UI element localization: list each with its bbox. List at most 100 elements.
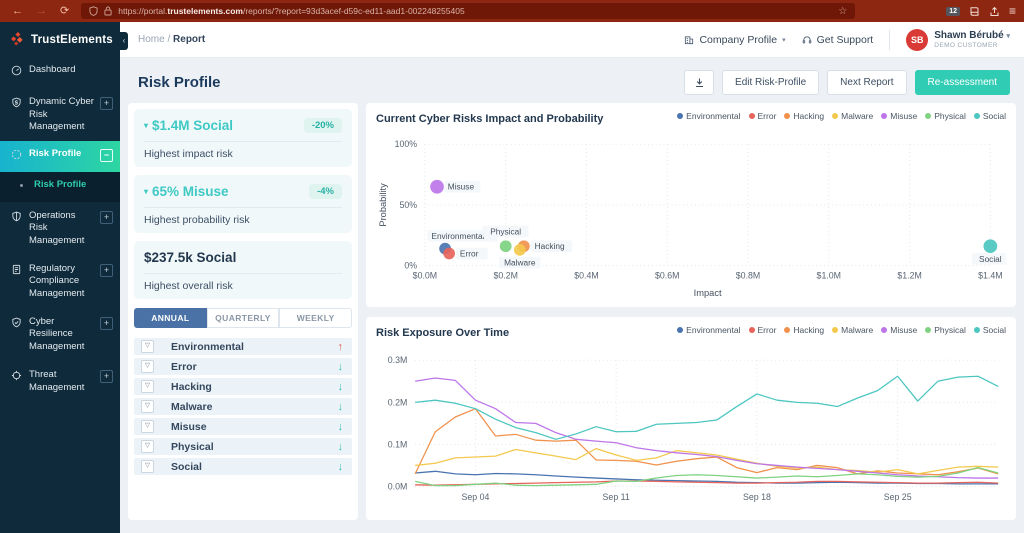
risk-row-environmental[interactable]: ▽ Environmental ↑ bbox=[134, 338, 352, 355]
svg-text:$0.6M: $0.6M bbox=[655, 270, 679, 280]
legend-hacking[interactable]: Hacking bbox=[784, 325, 824, 335]
risk-row-error[interactable]: ▽ Error ↓ bbox=[134, 358, 352, 375]
legend-environmental[interactable]: Environmental bbox=[677, 111, 741, 121]
url-bar[interactable]: https://portal.trustelements.com/reports… bbox=[81, 3, 856, 19]
browser-reload-icon[interactable]: ⟳ bbox=[60, 0, 69, 22]
get-support-link[interactable]: Get Support bbox=[802, 34, 873, 46]
legend-physical[interactable]: Physical bbox=[925, 111, 966, 121]
risk-row-misuse[interactable]: ▽ Misuse ↓ bbox=[134, 418, 352, 435]
sidebar-item-label: Threat Management bbox=[29, 369, 85, 393]
trustelements-logo-icon bbox=[11, 32, 23, 46]
risk-row-physical[interactable]: ▽ Physical ↓ bbox=[134, 438, 352, 455]
legend-label: Social bbox=[982, 111, 1006, 121]
filter-icon[interactable]: ▽ bbox=[141, 420, 154, 433]
legend-malware[interactable]: Malware bbox=[832, 111, 873, 121]
sidebar-item-risk-profile-sub[interactable]: Risk Profile bbox=[0, 171, 120, 203]
legend-social[interactable]: Social bbox=[973, 325, 1006, 335]
series-hacking[interactable] bbox=[414, 407, 999, 475]
company-profile-menu[interactable]: Company Profile ▾ bbox=[684, 34, 786, 46]
bookmark-star-icon[interactable]: ☆ bbox=[838, 6, 847, 17]
scatter-chart-card: Current Cyber Risks Impact and Probabili… bbox=[366, 103, 1016, 307]
tab-weekly[interactable]: WEEKLY bbox=[279, 308, 353, 328]
legend-label: Misuse bbox=[890, 111, 918, 121]
legend-error[interactable]: Error bbox=[748, 111, 776, 121]
legend-physical[interactable]: Physical bbox=[925, 325, 966, 335]
doc-icon bbox=[11, 264, 23, 279]
risk-row-malware[interactable]: ▽ Malware ↓ bbox=[134, 398, 352, 415]
divider bbox=[889, 29, 891, 50]
filter-icon[interactable]: ▽ bbox=[141, 340, 154, 353]
sidebar-item-cyber-resilience-management[interactable]: Cyber Resilience Management + bbox=[0, 308, 120, 361]
sidebar-item-dashboard[interactable]: Dashboard bbox=[0, 56, 120, 88]
divider bbox=[144, 141, 342, 142]
legend-misuse[interactable]: Misuse bbox=[881, 111, 917, 121]
expand-toggle[interactable]: + bbox=[100, 370, 113, 384]
legend-misuse[interactable]: Misuse bbox=[881, 325, 917, 335]
legend-malware[interactable]: Malware bbox=[832, 325, 873, 335]
stat-top: ▾ $1.4M Social -20% bbox=[144, 118, 342, 133]
reader-icon[interactable] bbox=[969, 6, 980, 17]
trend-up-icon: ↑ bbox=[337, 340, 344, 353]
screen: ← → ⟳ https://portal.trustelements.com/r… bbox=[0, 0, 1024, 533]
tab-annual[interactable]: ANNUAL bbox=[134, 308, 207, 328]
legend-dot bbox=[973, 326, 980, 333]
svg-text:$1.0M: $1.0M bbox=[817, 270, 841, 280]
legend-dot bbox=[832, 113, 839, 119]
download-button[interactable] bbox=[684, 70, 715, 95]
tab-quarterly[interactable]: QUARTERLY bbox=[206, 308, 280, 328]
expand-toggle[interactable]: + bbox=[100, 264, 113, 278]
risk-name: Hacking bbox=[171, 380, 212, 393]
point-misuse[interactable] bbox=[430, 179, 444, 194]
brand[interactable]: TrustElements bbox=[0, 22, 120, 56]
risk-row-social[interactable]: ▽ Social ↓ bbox=[134, 458, 352, 475]
sidebar-item-label: Risk Profile bbox=[34, 178, 87, 190]
breadcrumb-home[interactable]: Home bbox=[138, 34, 165, 45]
risk-row-hacking[interactable]: ▽ Hacking ↓ bbox=[134, 378, 352, 395]
sidebar-collapse-toggle[interactable]: ‹ bbox=[120, 32, 128, 50]
browser-back-icon[interactable]: ← bbox=[12, 0, 23, 22]
svg-text:$1.4M: $1.4M bbox=[978, 270, 1002, 280]
sidebar-item-dynamic-cyber-risk-management[interactable]: Dynamic Cyber Risk Management + bbox=[0, 88, 120, 141]
edit-risk-profile-button[interactable]: Edit Risk-Profile bbox=[722, 70, 820, 95]
sidebar-item-threat-management[interactable]: Threat Management + bbox=[0, 361, 120, 402]
target-icon bbox=[11, 149, 23, 164]
expand-toggle[interactable]: + bbox=[100, 317, 113, 331]
point-physical[interactable] bbox=[499, 240, 512, 253]
point-malware[interactable] bbox=[513, 243, 526, 256]
extension-badge[interactable]: 12 bbox=[946, 6, 960, 16]
filter-icon[interactable]: ▽ bbox=[141, 440, 154, 453]
next-report-button[interactable]: Next Report bbox=[827, 70, 907, 95]
series-malware[interactable] bbox=[415, 447, 999, 474]
svg-text:Environmental: Environmental bbox=[431, 231, 484, 241]
browser-forward-icon[interactable]: → bbox=[36, 0, 47, 22]
point-error[interactable] bbox=[443, 247, 456, 260]
expand-toggle[interactable]: − bbox=[100, 149, 113, 163]
expand-toggle[interactable]: + bbox=[100, 97, 113, 111]
legend-error[interactable]: Error bbox=[748, 325, 776, 335]
risk-name: Physical bbox=[171, 440, 214, 453]
legend-label: Misuse bbox=[890, 324, 918, 335]
filter-icon[interactable]: ▽ bbox=[141, 360, 154, 373]
trend-down-icon: ↓ bbox=[337, 360, 344, 373]
stat-top: $237.5k Social bbox=[144, 250, 342, 265]
share-icon[interactable] bbox=[989, 6, 1000, 17]
legend-hacking[interactable]: Hacking bbox=[784, 111, 824, 121]
user-menu[interactable]: SB Shawn Bérubé ▾ DEMO CUSTOMER bbox=[906, 28, 1010, 51]
filter-icon[interactable]: ▽ bbox=[141, 460, 154, 473]
point-social[interactable] bbox=[983, 239, 998, 254]
sidebar-item-risk-profile[interactable]: Risk Profile − bbox=[0, 141, 120, 172]
sidebar-item-operations-risk-management[interactable]: Operations Risk Management + bbox=[0, 202, 120, 255]
tracking-shield-icon[interactable] bbox=[89, 6, 98, 16]
stat-card-1-4m-social: ▾ $1.4M Social -20% Highest impact risk bbox=[134, 109, 352, 167]
topbar: Home / Report Company Profile ▾ Get Supp… bbox=[120, 22, 1024, 58]
expand-toggle[interactable]: + bbox=[100, 211, 113, 225]
sidebar-item-regulatory-compliance-management[interactable]: Regulatory Compliance Management + bbox=[0, 255, 120, 308]
legend-environmental[interactable]: Environmental bbox=[677, 325, 741, 335]
filter-icon[interactable]: ▽ bbox=[141, 400, 154, 413]
series-social[interactable] bbox=[415, 375, 999, 440]
legend-social[interactable]: Social bbox=[973, 111, 1006, 121]
filter-icon[interactable]: ▽ bbox=[141, 380, 154, 393]
menu-icon[interactable]: ≡ bbox=[1009, 5, 1016, 17]
reassessment-button[interactable]: Re-assessment bbox=[914, 70, 1010, 95]
chevron-down-icon: ▾ bbox=[1006, 33, 1010, 41]
